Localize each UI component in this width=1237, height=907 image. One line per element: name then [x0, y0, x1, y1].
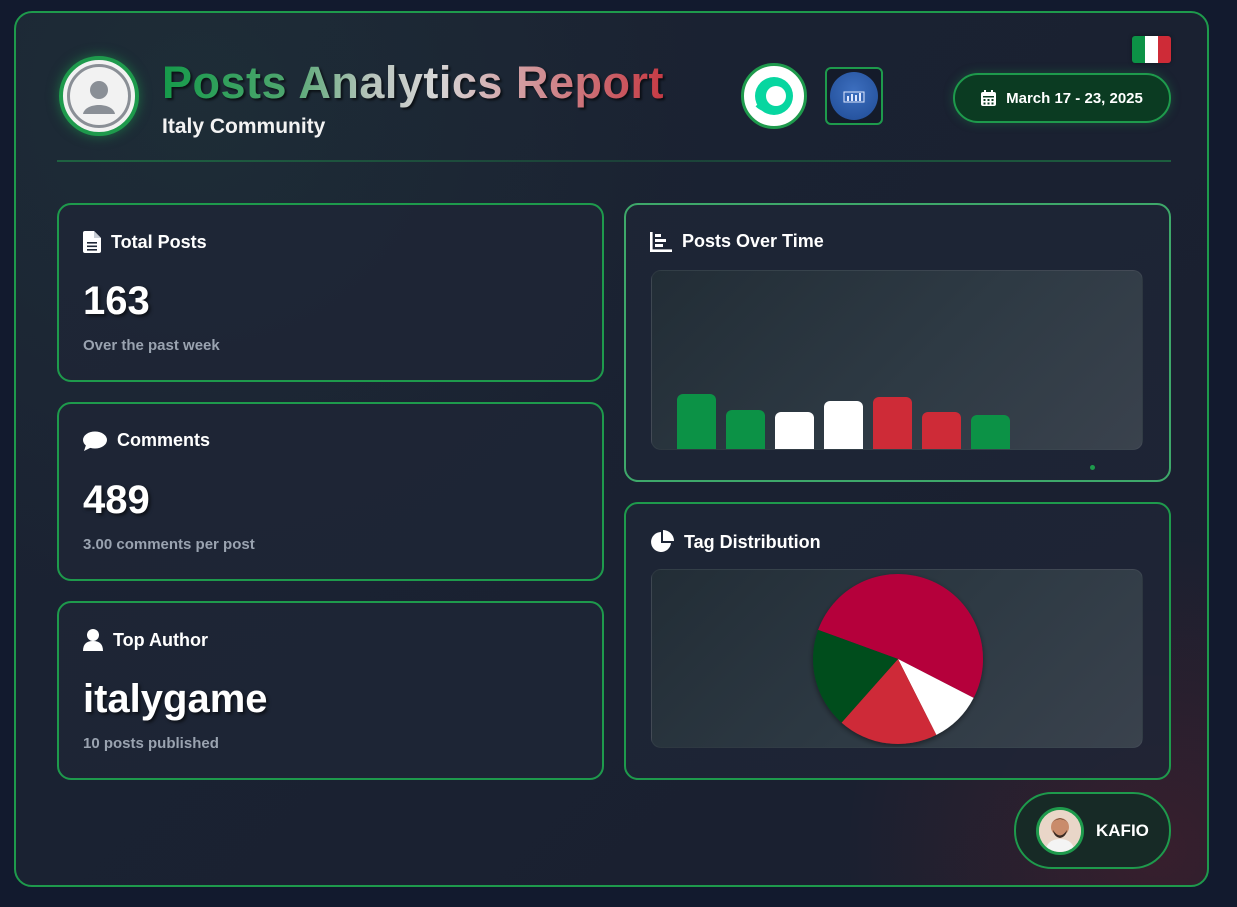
community-name: Italy Community: [162, 115, 326, 138]
page-title: Posts Analytics Report: [162, 57, 664, 108]
date-range-badge[interactable]: March 17 - 23, 2025: [953, 73, 1171, 123]
bar-7[interactable]: [971, 415, 1010, 449]
calendar-icon: [981, 90, 997, 106]
top-author-value[interactable]: italygame: [83, 677, 268, 722]
bar-2[interactable]: [726, 410, 765, 449]
chart-indicator-dot: [1090, 465, 1095, 470]
bar-6[interactable]: [922, 412, 961, 449]
tag-distribution-label: Tag Distribution: [684, 531, 821, 552]
report-frame: Posts Analytics Report Italy Community M…: [14, 11, 1209, 887]
top-author-note: 10 posts published: [83, 735, 219, 752]
user-icon: [83, 629, 103, 651]
bar-1[interactable]: [677, 394, 716, 449]
user-placeholder-icon: [67, 64, 131, 128]
tag-distribution-chart: [651, 569, 1143, 748]
comment-icon: [83, 431, 107, 451]
italy-flag-icon: [1132, 36, 1171, 63]
author-name: KAFIO: [1096, 820, 1149, 840]
file-icon: [83, 231, 101, 253]
top-author-label: Top Author: [113, 629, 208, 650]
steem-stats-logo-icon[interactable]: [825, 67, 883, 125]
tag-distribution-card: Tag Distribution: [624, 502, 1171, 780]
total-posts-note: Over the past week: [83, 337, 220, 354]
posts-over-time-label: Posts Over Time: [682, 231, 824, 251]
bar-4[interactable]: [824, 401, 863, 449]
pie-chart-icon: [651, 530, 674, 552]
comments-note: 3.00 comments per post: [83, 536, 255, 553]
top-author-card: Top Author italygame 10 posts published: [57, 601, 604, 780]
total-posts-card: Total Posts 163 Over the past week: [57, 203, 604, 382]
bar-chart-icon: [650, 231, 672, 252]
posts-over-time-card: Posts Over Time: [624, 203, 1171, 482]
total-posts-label: Total Posts: [111, 231, 207, 252]
header-divider: [57, 160, 1171, 162]
total-posts-value: 163: [83, 279, 150, 323]
steemit-logo-icon[interactable]: [741, 63, 807, 129]
comments-card: Comments 489 3.00 comments per post: [57, 402, 604, 581]
community-avatar: [59, 56, 139, 136]
pie-chart-plot: [813, 574, 983, 744]
bar-5[interactable]: [873, 397, 912, 449]
comments-value: 489: [83, 478, 150, 522]
author-profile-badge[interactable]: KAFIO: [1014, 792, 1171, 869]
date-range-text: March 17 - 23, 2025: [1006, 89, 1143, 107]
posts-over-time-chart: [651, 270, 1143, 450]
comments-label: Comments: [117, 430, 211, 450]
bar-3[interactable]: [775, 412, 814, 449]
bar-chart-plot: [652, 271, 1142, 449]
author-avatar: [1036, 806, 1084, 855]
